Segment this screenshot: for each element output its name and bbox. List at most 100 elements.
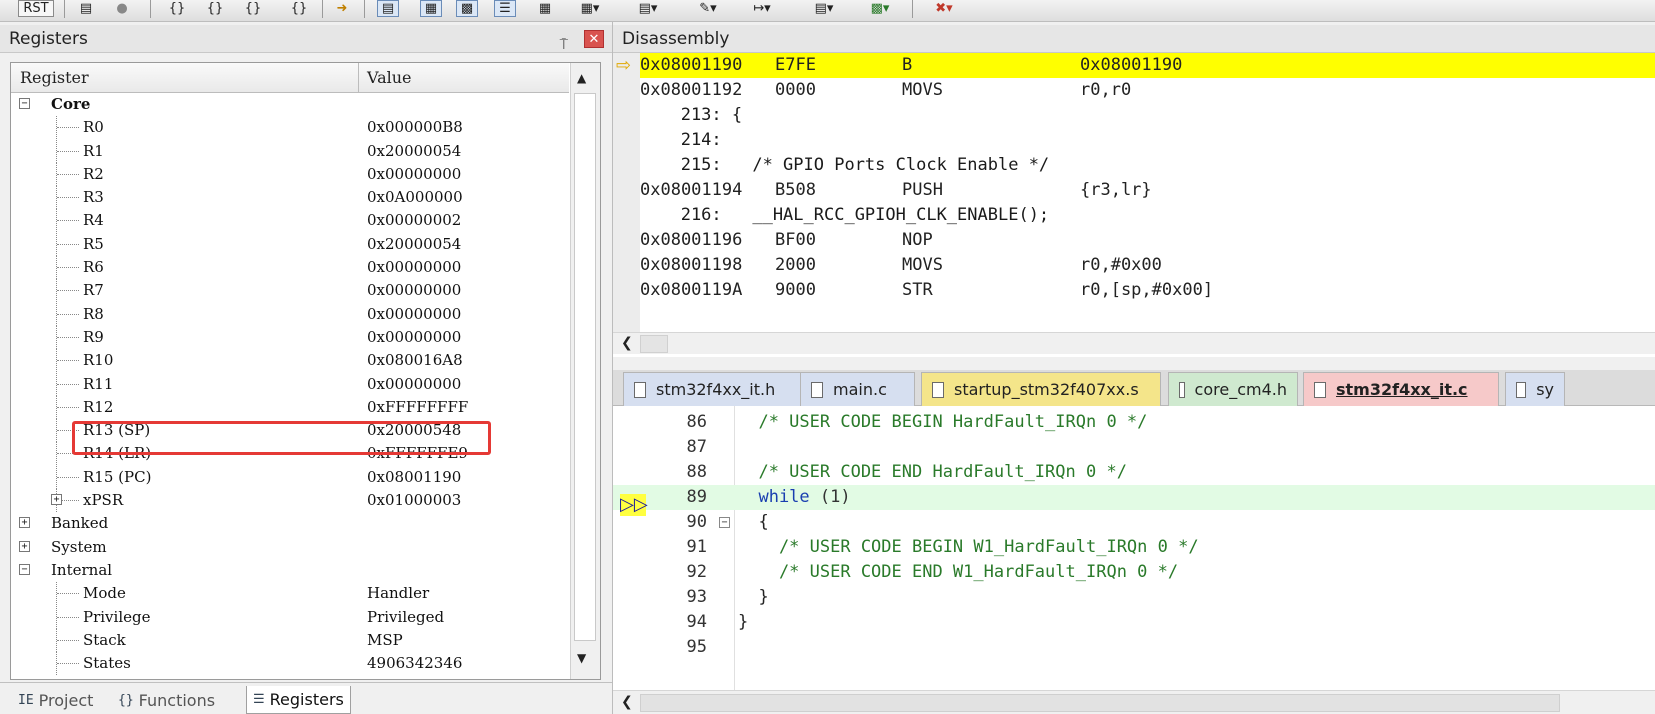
fold-collapse-icon[interactable]: − <box>719 517 730 528</box>
tree-node-core[interactable]: − Core <box>11 93 569 116</box>
collapse-icon[interactable]: − <box>19 563 30 575</box>
code-editor[interactable]: 86 /* USER CODE BEGIN HardFault_IRQn 0 *… <box>613 406 1655 690</box>
register-value[interactable]: 0x00000000 <box>367 281 461 299</box>
register-value[interactable]: 0x01000003 <box>367 491 461 509</box>
disassembly-instruction-line[interactable]: 0x08001194 B508 PUSH {r3,lr} <box>640 178 1655 203</box>
disassembly-source-line[interactable]: 215: /* GPIO Ports Clock Enable */ <box>640 153 1655 178</box>
code-line[interactable]: 88 /* USER CODE END HardFault_IRQn 0 */ <box>613 460 1655 485</box>
code-line[interactable]: 86 /* USER CODE BEGIN HardFault_IRQn 0 *… <box>613 410 1655 435</box>
register-row[interactable]: + xPSR 0x01000003 <box>11 489 569 513</box>
scroll-up-icon[interactable]: ▲ <box>577 71 586 85</box>
tab-functions[interactable]: {} Functions <box>112 686 221 714</box>
register-value[interactable]: Privileged <box>367 608 444 626</box>
watch-window-icon[interactable]: ▦▾ <box>570 0 610 17</box>
tree-node-banked[interactable]: + Banked <box>11 512 569 535</box>
disassembly-source-line[interactable]: 214: <box>640 128 1655 153</box>
toolbox-icon[interactable]: ✖▾ <box>924 0 964 17</box>
register-row[interactable]: R2 0x00000000 <box>11 162 569 186</box>
register-value[interactable]: 0x20000054 <box>367 142 461 160</box>
register-value[interactable]: 0x00000000 <box>367 305 461 323</box>
call-stack-icon[interactable]: ▦ <box>530 0 560 17</box>
code-line[interactable]: 93 } <box>613 585 1655 610</box>
reset-button[interactable]: RST <box>18 0 54 17</box>
register-row[interactable]: R0 0x000000B8 <box>11 116 569 140</box>
register-value[interactable]: 0x00000000 <box>367 165 461 183</box>
code-line[interactable]: 94} <box>613 610 1655 635</box>
register-row[interactable]: R8 0x00000000 <box>11 302 569 326</box>
register-value[interactable]: Handler <box>367 584 429 602</box>
register-value[interactable]: 4906342346 <box>367 654 462 672</box>
register-value[interactable]: 0x00000000 <box>367 375 461 393</box>
editor-tab[interactable]: stm32f4xx_it.h <box>623 372 803 406</box>
disassembly-instruction-line[interactable]: 0x0800119A 9000 STR r0,[sp,#0x00] <box>640 278 1655 303</box>
step-over-icon[interactable]: {} <box>200 0 230 17</box>
run-to-line-icon[interactable]: {} <box>284 0 314 17</box>
internal-row[interactable]: Stack MSP <box>11 628 569 652</box>
command-window-icon[interactable]: ▤ <box>377 0 399 17</box>
scroll-thumb[interactable] <box>640 335 668 353</box>
code-line[interactable]: 87 <box>613 435 1655 460</box>
internal-row[interactable]: Mode Handler <box>11 582 569 606</box>
registers-window-icon[interactable]: ☰ <box>494 0 516 17</box>
editor-tab[interactable]: core_cm4.h <box>1168 372 1298 406</box>
expand-icon[interactable]: + <box>19 517 30 529</box>
register-row[interactable]: R15 (PC) 0x08001190 <box>11 465 569 489</box>
register-value[interactable]: 0x00000002 <box>367 211 461 229</box>
memory-window-icon[interactable]: ▤▾ <box>628 0 668 17</box>
show-next-statement-icon[interactable]: ➜ <box>330 0 354 17</box>
serial-window-icon[interactable]: ✎▾ <box>688 0 728 17</box>
disassembly-source-line[interactable]: 216: __HAL_RCC_GPIOH_CLK_ENABLE(); <box>640 203 1655 228</box>
tab-project[interactable]: IE Project <box>12 686 99 714</box>
value-column-header[interactable]: Value <box>367 68 412 87</box>
expand-icon[interactable]: + <box>51 494 62 506</box>
editor-tab[interactable]: startup_stm32f407xx.s <box>921 372 1161 406</box>
register-row[interactable]: R10 0x080016A8 <box>11 349 569 373</box>
collapse-icon[interactable]: − <box>19 98 30 109</box>
trace-window-icon[interactable]: ▤▾ <box>804 0 844 17</box>
register-row[interactable]: R12 0xFFFFFFFF <box>11 395 569 419</box>
run-to-cursor-icon[interactable]: ▤ <box>74 0 98 17</box>
disassembly-instruction-line[interactable]: 0x08001190 E7FE B 0x08001190 <box>640 53 1655 78</box>
step-out-icon[interactable]: {} <box>238 0 268 17</box>
registers-vertical-scrollbar[interactable]: ▲ ▼ <box>570 63 600 679</box>
disassembly-gutter[interactable] <box>613 53 640 332</box>
disassembly-instruction-line[interactable]: 0x08001192 0000 MOVS r0,r0 <box>640 78 1655 103</box>
scroll-down-icon[interactable]: ▼ <box>577 651 586 665</box>
analysis-window-icon[interactable]: ↦▾ <box>742 0 782 17</box>
expand-icon[interactable]: + <box>19 540 30 552</box>
tree-node-internal[interactable]: − Internal <box>11 559 569 582</box>
register-value[interactable]: MSP <box>367 631 403 649</box>
close-icon[interactable]: ✕ <box>584 30 604 48</box>
scroll-thumb[interactable] <box>640 694 1560 712</box>
column-divider[interactable] <box>358 63 359 93</box>
disassembly-view[interactable]: 0x08001190 E7FE B 0x08001190 0x08001192 0000 M… <box>613 53 1655 357</box>
editor-tab[interactable]: stm32f4xx_it.c <box>1303 372 1499 406</box>
register-value[interactable]: 0x000000B8 <box>367 118 463 136</box>
internal-row[interactable]: Privilege Privileged <box>11 605 569 629</box>
register-row[interactable]: R6 0x00000000 <box>11 256 569 280</box>
code-line[interactable]: 91 /* USER CODE BEGIN W1_HardFault_IRQn … <box>613 535 1655 560</box>
register-value[interactable]: 0x00000000 <box>367 328 461 346</box>
register-row[interactable]: R1 0x20000054 <box>11 139 569 163</box>
register-value[interactable]: 0x00000000 <box>367 258 461 276</box>
tree-node-system[interactable]: + System <box>11 536 569 559</box>
disassembly-window-icon[interactable]: ▦ <box>420 0 442 17</box>
registers-tree[interactable]: Register Value ▲ ▼ − Core R0 0x000000B8 R1… <box>10 62 601 680</box>
editor-horizontal-scrollbar[interactable]: ❮ <box>613 690 1655 714</box>
internal-row[interactable]: States 4906342346 <box>11 652 569 676</box>
scroll-thumb[interactable] <box>574 93 596 641</box>
register-row[interactable]: R3 0x0A000000 <box>11 186 569 210</box>
register-row[interactable]: R7 0x00000000 <box>11 279 569 303</box>
step-into-icon[interactable]: {} <box>162 0 192 17</box>
tab-registers[interactable]: ☰ Registers <box>246 686 351 714</box>
register-row[interactable]: R9 0x00000000 <box>11 325 569 349</box>
scroll-left-icon[interactable]: ❮ <box>621 335 633 351</box>
stop-icon[interactable]: ● <box>110 0 134 17</box>
code-line[interactable]: 89 while (1) <box>613 485 1655 510</box>
register-value[interactable]: 0x0A000000 <box>367 188 463 206</box>
register-value[interactable]: 0x20000054 <box>367 235 461 253</box>
register-row[interactable]: R4 0x00000002 <box>11 209 569 233</box>
register-value[interactable]: 0x08001190 <box>367 468 461 486</box>
register-row[interactable]: R5 0x20000054 <box>11 232 569 256</box>
scroll-left-icon[interactable]: ❮ <box>621 694 633 710</box>
